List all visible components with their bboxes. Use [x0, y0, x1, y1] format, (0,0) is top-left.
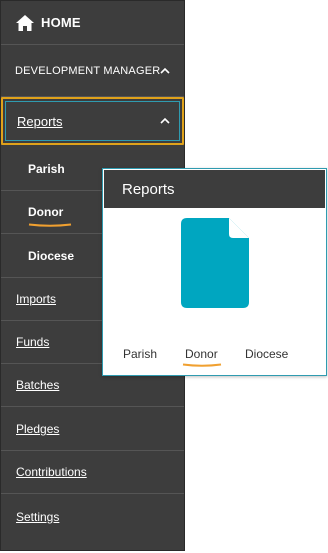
popup-link-donor[interactable]: Donor [185, 347, 218, 361]
popup-active-underline [182, 363, 222, 367]
sidebar-item-development-manager[interactable]: DEVELOPMENT MANAGER [1, 45, 184, 97]
parish-label: Parish [28, 162, 65, 176]
batches-label: Batches [16, 378, 60, 392]
funds-label: Funds [16, 335, 50, 349]
pledges-label: Pledges [16, 422, 60, 436]
home-label: HOME [41, 15, 81, 30]
settings-label: Settings [16, 509, 60, 524]
reports-label: Reports [17, 113, 63, 129]
active-underline [28, 223, 72, 227]
sidebar-item-pledges[interactable]: Pledges [1, 408, 184, 451]
sidebar-item-home[interactable]: HOME [1, 1, 184, 45]
donor-label: Donor [28, 205, 64, 219]
chevron-up-icon [160, 67, 170, 74]
sidebar-item-settings[interactable]: Settings [1, 494, 184, 539]
popup-title: Reports [122, 180, 175, 198]
sidebar-item-reports[interactable]: Reports [1, 97, 184, 145]
imports-label: Imports [16, 292, 57, 306]
home-icon [16, 14, 34, 31]
document-icon[interactable] [181, 218, 249, 308]
sidebar-item-contributions[interactable]: Contributions [1, 451, 184, 494]
reports-popup: Reports Parish Donor Diocese [102, 168, 327, 376]
popup-link-parish[interactable]: Parish [123, 347, 157, 361]
popup-header: Reports [104, 170, 325, 208]
development-manager-label: DEVELOPMENT MANAGER [15, 64, 161, 77]
contributions-label: Contributions [16, 465, 87, 479]
diocese-label: Diocese [28, 248, 75, 263]
chevron-up-icon [160, 117, 170, 124]
popup-link-diocese[interactable]: Diocese [245, 347, 288, 361]
